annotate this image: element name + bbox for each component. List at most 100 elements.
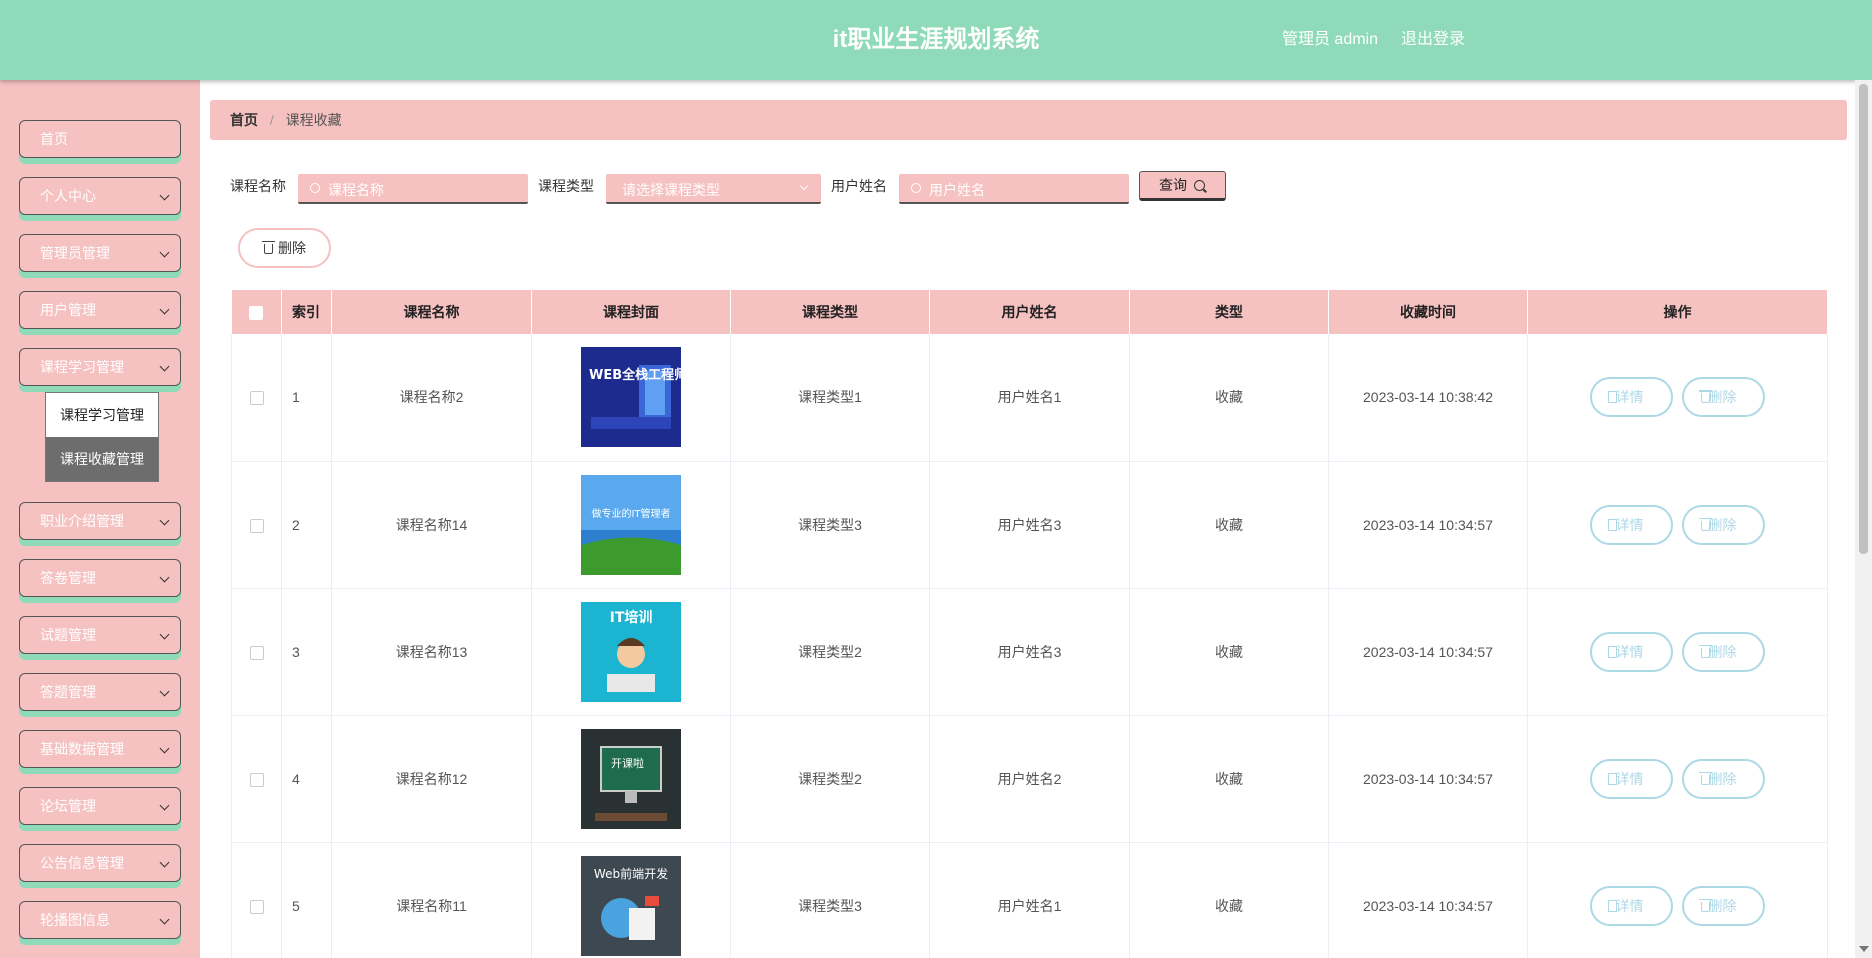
cell-course-name: 课程名称14 [331,461,532,589]
current-user: 管理员 admin [1281,31,1378,48]
delete-button[interactable]: 删除 [1682,377,1766,418]
delete-button[interactable]: 删除 [1682,758,1766,799]
delete-button[interactable]: 删除 [1682,631,1766,672]
course-name-label: 课程名称 [230,178,286,194]
page-scrollbar[interactable] [1855,80,1872,958]
submenu-item-course-favorites[interactable]: 课程收藏管理 [46,437,158,481]
detail-button[interactable]: 详情 [1589,631,1673,672]
query-label: 查询 [1159,177,1187,193]
cell-cover: WEB全栈工程师 [531,334,731,462]
top-header: it职业生涯规划系统 管理员 admin 退出登录 [0,0,1872,80]
cell-user-name: 用户姓名3 [929,461,1130,589]
col-header-actions: 操作 [1527,290,1828,334]
cell-cover: 开课啦 [531,715,731,843]
select-cell [231,715,282,843]
sidebar-item-announcements[interactable]: 公告信息管理 [19,844,181,882]
scroll-down-arrow-icon[interactable] [1859,946,1869,952]
query-button[interactable]: 查询 [1139,171,1226,201]
app-title: it职业生涯规划系统 [832,26,1040,53]
row-checkbox[interactable] [249,391,264,406]
cell-kind: 收藏 [1129,842,1329,958]
chevron-down-icon [159,629,170,640]
sidebar-item-career-intro[interactable]: 职业介绍管理 [19,502,181,540]
chevron-down-icon [159,190,170,201]
search-icon [911,183,921,193]
cell-favorite-time: 2023-03-14 10:34:57 [1328,461,1528,589]
course-cover-image: Web前端开发 [581,855,681,956]
detail-label: 详情 [1615,897,1644,914]
sidebar-item-label: 职业介绍管理 [40,513,124,529]
select-cell [231,842,282,958]
sidebar-item-basic-data[interactable]: 基础数据管理 [19,730,181,768]
cover-caption: WEB全栈工程师 [589,367,681,383]
breadcrumb: 首页 / 课程收藏 [210,100,1847,140]
sidebar-item-home[interactable]: 首页 [19,120,181,158]
sidebar-item-carousel[interactable]: 轮播图信息 [19,901,181,939]
col-header-kind: 类型 [1129,290,1329,334]
chevron-down-icon [159,515,170,526]
sidebar-item-label: 课程学习管理 [40,359,124,375]
detail-label: 详情 [1615,770,1644,787]
row-checkbox[interactable] [249,899,264,914]
detail-label: 详情 [1615,516,1644,533]
document-icon [1607,391,1617,404]
trash-icon [1699,517,1713,531]
logout-link[interactable]: 退出登录 [1401,0,1465,80]
cell-course-name: 课程名称2 [331,334,532,462]
select-all-checkbox[interactable] [249,306,264,321]
sidebar-item-questions[interactable]: 试题管理 [19,616,181,654]
sidebar-item-label: 首页 [40,131,68,147]
sidebar-item-user-management[interactable]: 用户管理 [19,291,181,329]
row-checkbox[interactable] [249,645,264,660]
delete-label: 删除 [1708,516,1737,533]
cell-kind: 收藏 [1129,461,1329,589]
sidebar-item-admin-management[interactable]: 管理员管理 [19,234,181,272]
sidebar-item-course-study[interactable]: 课程学习管理 [19,348,181,386]
batch-delete-label: 删除 [278,240,306,256]
user-name-label: 用户姓名 [831,178,887,194]
user-name-input[interactable]: 用户姓名 [899,174,1129,204]
cell-course-type: 课程类型2 [730,715,930,843]
sidebar-item-label: 管理员管理 [40,245,110,261]
detail-button[interactable]: 详情 [1589,504,1673,545]
document-icon [1607,899,1617,912]
course-type-label: 课程类型 [538,178,594,194]
detail-button[interactable]: 详情 [1589,377,1673,418]
breadcrumb-home[interactable]: 首页 [230,112,258,128]
trash-icon [1699,898,1713,912]
cell-favorite-time: 2023-03-14 10:34:57 [1328,715,1528,843]
trash-icon [1699,390,1713,404]
document-icon [1607,518,1617,531]
detail-button[interactable]: 详情 [1589,885,1673,926]
col-header-course-name: 课程名称 [331,290,532,334]
course-type-select[interactable]: 请选择课程类型 [606,174,821,204]
chevron-down-icon [159,743,170,754]
delete-button[interactable]: 删除 [1682,504,1766,545]
sidebar-item-personal-center[interactable]: 个人中心 [19,177,181,215]
course-name-input[interactable]: 课程名称 [298,174,528,204]
cell-index: 3 [281,588,332,716]
detail-button[interactable]: 详情 [1589,758,1673,799]
chevron-down-icon [159,914,170,925]
scrollbar-thumb[interactable] [1859,84,1868,554]
trash-icon [1699,771,1713,785]
cell-index: 2 [281,461,332,589]
chevron-down-icon [159,686,170,697]
table-row: 5 课程名称11 Web前端开发 课程类型3 用户姓名1 收藏 2023-03-… [231,842,1828,958]
batch-delete-button[interactable]: 删除 [238,228,331,268]
submenu-item-course-study[interactable]: 课程学习管理 [46,393,158,437]
course-cover-image: WEB全栈工程师 [581,347,681,448]
row-checkbox[interactable] [249,772,264,787]
favorites-table: 索引 课程名称 课程封面 课程类型 用户姓名 类型 收藏时间 操作 1 课程名称… [231,290,1828,958]
delete-button[interactable]: 删除 [1682,885,1766,926]
sidebar-item-forum[interactable]: 论坛管理 [19,787,181,825]
course-study-submenu: 课程学习管理 课程收藏管理 [45,392,159,482]
cell-kind: 收藏 [1129,715,1329,843]
sidebar: 首页 个人中心 管理员管理 用户管理 课程学习管理 职业介绍管理 答卷管理 试题… [0,80,200,958]
sidebar-item-answer-sheets[interactable]: 答卷管理 [19,559,181,597]
select-cell [231,334,282,462]
row-checkbox[interactable] [249,518,264,533]
cell-kind: 收藏 [1129,334,1329,462]
sidebar-item-answers[interactable]: 答题管理 [19,673,181,711]
cover-caption: IT培训 [610,609,653,626]
